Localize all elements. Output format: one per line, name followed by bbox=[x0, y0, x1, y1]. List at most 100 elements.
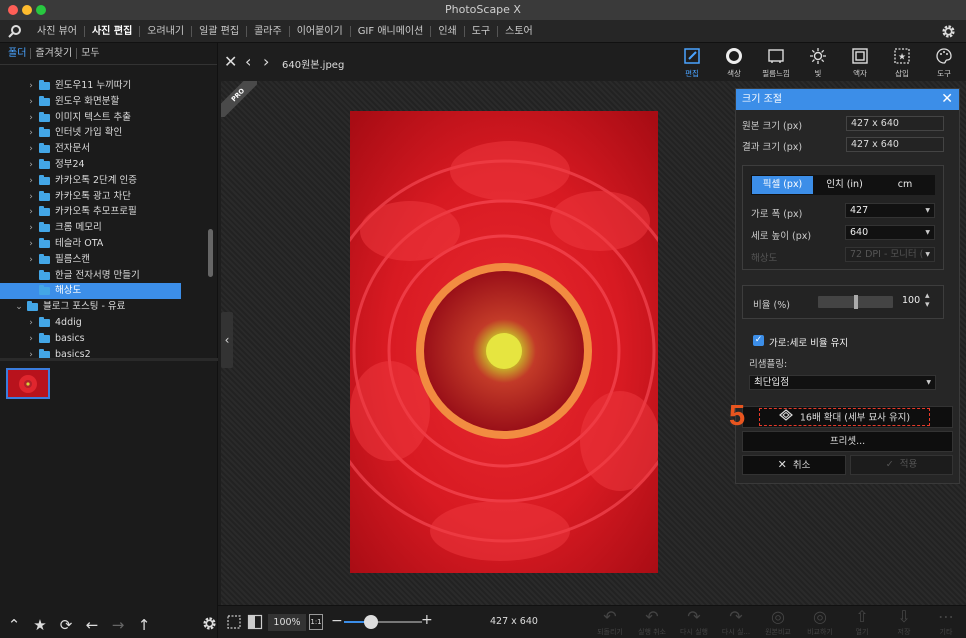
menu-collage[interactable]: 콜라주 bbox=[247, 25, 290, 37]
chevron-right-icon[interactable]: › bbox=[26, 173, 36, 189]
menu-gif[interactable]: GIF 애니메이션 bbox=[351, 25, 432, 37]
keep-aspect-checkbox[interactable]: ✓ bbox=[753, 335, 764, 346]
preset-button[interactable]: 프리셋... bbox=[742, 431, 953, 452]
folder-tree-item[interactable]: › 카카오톡 추모프로필 bbox=[0, 204, 206, 220]
tool-frame[interactable]: 액자 bbox=[842, 46, 878, 79]
search-icon[interactable] bbox=[0, 24, 30, 38]
chevron-down-icon[interactable]: ⌄ bbox=[14, 299, 24, 315]
chevron-right-icon[interactable]: › bbox=[26, 78, 36, 94]
folder-tree-item[interactable]: › 윈도우11 누끼따기 bbox=[0, 78, 206, 94]
folder-tree-item[interactable]: › 4ddig bbox=[0, 315, 206, 331]
menu-photo-viewer[interactable]: 사진 뷰어 bbox=[30, 25, 85, 37]
compare-button[interactable]: ◎ 비교하기 bbox=[800, 607, 840, 637]
folder-tree-item[interactable]: › 전자문서 bbox=[0, 141, 206, 157]
chevron-up-icon[interactable]: ⌃ bbox=[6, 616, 22, 634]
unit-pixel-button[interactable]: 픽셀 (px) bbox=[751, 175, 814, 195]
ratio-value[interactable]: 100 bbox=[902, 295, 920, 306]
compare-original-button[interactable]: ◎ 원본비교 bbox=[758, 607, 798, 637]
open-button[interactable]: ⇧ 열기 bbox=[842, 607, 882, 637]
zoom-window-button[interactable] bbox=[36, 5, 46, 15]
tool-insert[interactable]: ★ 삽입 bbox=[884, 46, 920, 79]
chevron-right-icon[interactable]: › bbox=[26, 331, 36, 347]
minimize-window-button[interactable] bbox=[22, 5, 32, 15]
next-image-icon[interactable]: › bbox=[263, 52, 269, 71]
close-window-button[interactable] bbox=[8, 5, 18, 15]
zoom-in-icon[interactable]: + bbox=[421, 612, 433, 628]
unit-cm-button[interactable]: cm bbox=[875, 175, 935, 195]
height-field[interactable]: 640 ▼ bbox=[845, 225, 935, 240]
folder-tree-item[interactable]: › 카카오톡 2단계 인증 bbox=[0, 173, 206, 189]
zoom-slider[interactable] bbox=[344, 615, 422, 629]
sidebar-gear-icon[interactable] bbox=[202, 616, 217, 634]
folder-tree-item[interactable]: › 인터넷 가입 확인 bbox=[0, 125, 206, 141]
star-icon[interactable]: ★ bbox=[32, 616, 48, 634]
menu-tools[interactable]: 도구 bbox=[465, 25, 499, 37]
tool-film[interactable]: 필름느낌 bbox=[758, 46, 794, 79]
tool-light[interactable]: 빛 bbox=[800, 46, 836, 79]
chevron-right-icon[interactable]: › bbox=[26, 236, 36, 252]
menu-combine[interactable]: 이어붙이기 bbox=[290, 25, 351, 37]
panel-close-icon[interactable]: ✕ bbox=[941, 89, 953, 110]
chevron-right-icon[interactable]: › bbox=[26, 315, 36, 331]
previous-image-icon[interactable]: ‹ bbox=[245, 52, 251, 71]
tab-folders[interactable]: 폴더 bbox=[4, 48, 32, 59]
tab-all[interactable]: 모두 bbox=[77, 48, 103, 59]
folder-tree-item[interactable]: 해상도 bbox=[0, 283, 181, 300]
ratio-slider-thumb[interactable] bbox=[853, 295, 858, 309]
folder-tree-item[interactable]: › 테슬라 OTA bbox=[0, 236, 206, 252]
menu-store[interactable]: 스토어 bbox=[498, 26, 540, 37]
sidebar-splitter[interactable] bbox=[0, 358, 218, 361]
undo-button[interactable]: ↶ 실행 취소 bbox=[632, 607, 672, 637]
tool-edit[interactable]: 편집 bbox=[674, 46, 710, 79]
chevron-right-icon[interactable]: › bbox=[26, 110, 36, 126]
revert-button[interactable]: ↶ 되돌리기 bbox=[590, 607, 630, 637]
menu-cut-out[interactable]: 오려내기 bbox=[140, 25, 193, 37]
up-arrow-icon[interactable]: ↑ bbox=[136, 616, 152, 634]
zoom-slider-knob[interactable] bbox=[364, 615, 379, 629]
compare-panel-icon[interactable] bbox=[247, 614, 263, 633]
menu-photo-editor[interactable]: 사진 편집 bbox=[85, 25, 141, 37]
width-field[interactable]: 427 ▼ bbox=[845, 203, 935, 218]
ratio-stepper-icon[interactable]: ▴ ▾ bbox=[925, 292, 930, 310]
chevron-right-icon[interactable]: › bbox=[26, 252, 36, 268]
folder-tree-item[interactable]: › 크롬 메모리 bbox=[0, 220, 206, 236]
chevron-right-icon[interactable]: › bbox=[26, 189, 36, 205]
chevron-right-icon[interactable]: › bbox=[26, 204, 36, 220]
redo-all-button[interactable]: ↷ 다시 실... bbox=[716, 607, 756, 637]
image-thumbnail[interactable] bbox=[6, 368, 50, 399]
close-image-icon[interactable]: ✕ bbox=[224, 52, 237, 71]
back-arrow-icon[interactable]: ← bbox=[84, 616, 100, 634]
upscale-button-frame[interactable]: 16배 확대 (세부 묘사 유지) bbox=[742, 406, 953, 428]
unit-inch-button[interactable]: 인치 (in) bbox=[814, 175, 875, 195]
save-button[interactable]: ⇩ 저장 bbox=[884, 607, 924, 637]
apply-button[interactable]: ✓ 적용 bbox=[850, 455, 953, 475]
forward-arrow-icon[interactable]: → bbox=[110, 616, 126, 634]
tab-favorites[interactable]: 즐겨찾기 bbox=[31, 48, 78, 59]
folder-tree-item[interactable]: › 카카오톡 광고 차단 bbox=[0, 189, 206, 205]
chevron-right-icon[interactable]: › bbox=[26, 220, 36, 236]
tree-scrollbar[interactable] bbox=[208, 229, 213, 277]
zoom-out-icon[interactable]: − bbox=[331, 613, 343, 629]
actual-size-button[interactable]: 1:1 bbox=[309, 614, 323, 630]
more-button[interactable]: ⋯ 기타 bbox=[926, 607, 966, 637]
folder-tree-item[interactable]: › 정부24 bbox=[0, 157, 206, 173]
cancel-button[interactable]: ✕ 취소 bbox=[742, 455, 846, 475]
menu-print[interactable]: 인쇄 bbox=[431, 25, 465, 37]
tool-tools[interactable]: 도구 bbox=[926, 46, 962, 79]
folder-tree-item[interactable]: ⌄ 블로그 포스팅 - 유료 bbox=[0, 299, 206, 315]
collapse-sidebar-handle[interactable]: ‹ bbox=[221, 312, 233, 368]
folder-tree-item[interactable]: › 필름스캔 bbox=[0, 252, 206, 268]
upscale-button[interactable]: 16배 확대 (세부 묘사 유지) bbox=[759, 408, 930, 426]
ratio-slider[interactable] bbox=[818, 295, 893, 309]
chevron-right-icon[interactable]: › bbox=[26, 94, 36, 110]
chevron-right-icon[interactable]: › bbox=[26, 157, 36, 173]
tool-color[interactable]: 색상 bbox=[716, 46, 752, 79]
refresh-icon[interactable]: ⟳ bbox=[58, 616, 74, 634]
resampling-select[interactable]: 최단입점 ▼ bbox=[749, 375, 936, 390]
gear-icon[interactable] bbox=[941, 24, 956, 42]
redo-button[interactable]: ↷ 다시 실행 bbox=[674, 607, 714, 637]
zoom-percentage[interactable]: 100% bbox=[268, 614, 306, 631]
chevron-right-icon[interactable]: › bbox=[26, 141, 36, 157]
folder-tree-item[interactable]: › 이미지 텍스트 추출 bbox=[0, 110, 206, 126]
marquee-select-icon[interactable] bbox=[226, 614, 242, 633]
